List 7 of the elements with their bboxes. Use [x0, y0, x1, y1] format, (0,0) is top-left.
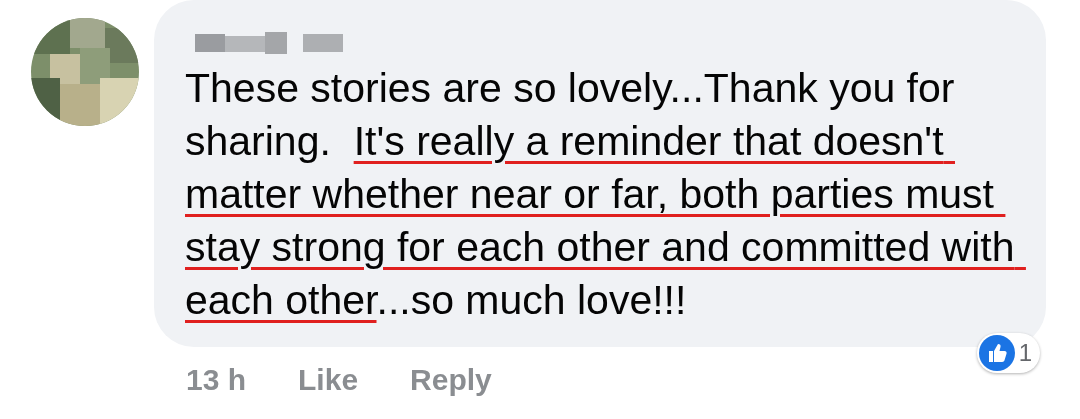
reaction-badge[interactable]: 1 — [976, 333, 1040, 373]
comment-text: These stories are so lovely...Thank you for sharing. It's really a reminder that doesn't matter whether near or far, both parties must stay strong for each other and committed with each other...so much love!!! — [185, 64, 1016, 325]
comment-action-link[interactable]: Reply — [410, 357, 492, 402]
reaction-count: 1 — [1018, 338, 1032, 368]
comment-action-link[interactable]: Like — [298, 357, 359, 402]
comment-time: 13 h — [186, 362, 247, 398]
thumbs-up-icon — [978, 335, 1015, 371]
